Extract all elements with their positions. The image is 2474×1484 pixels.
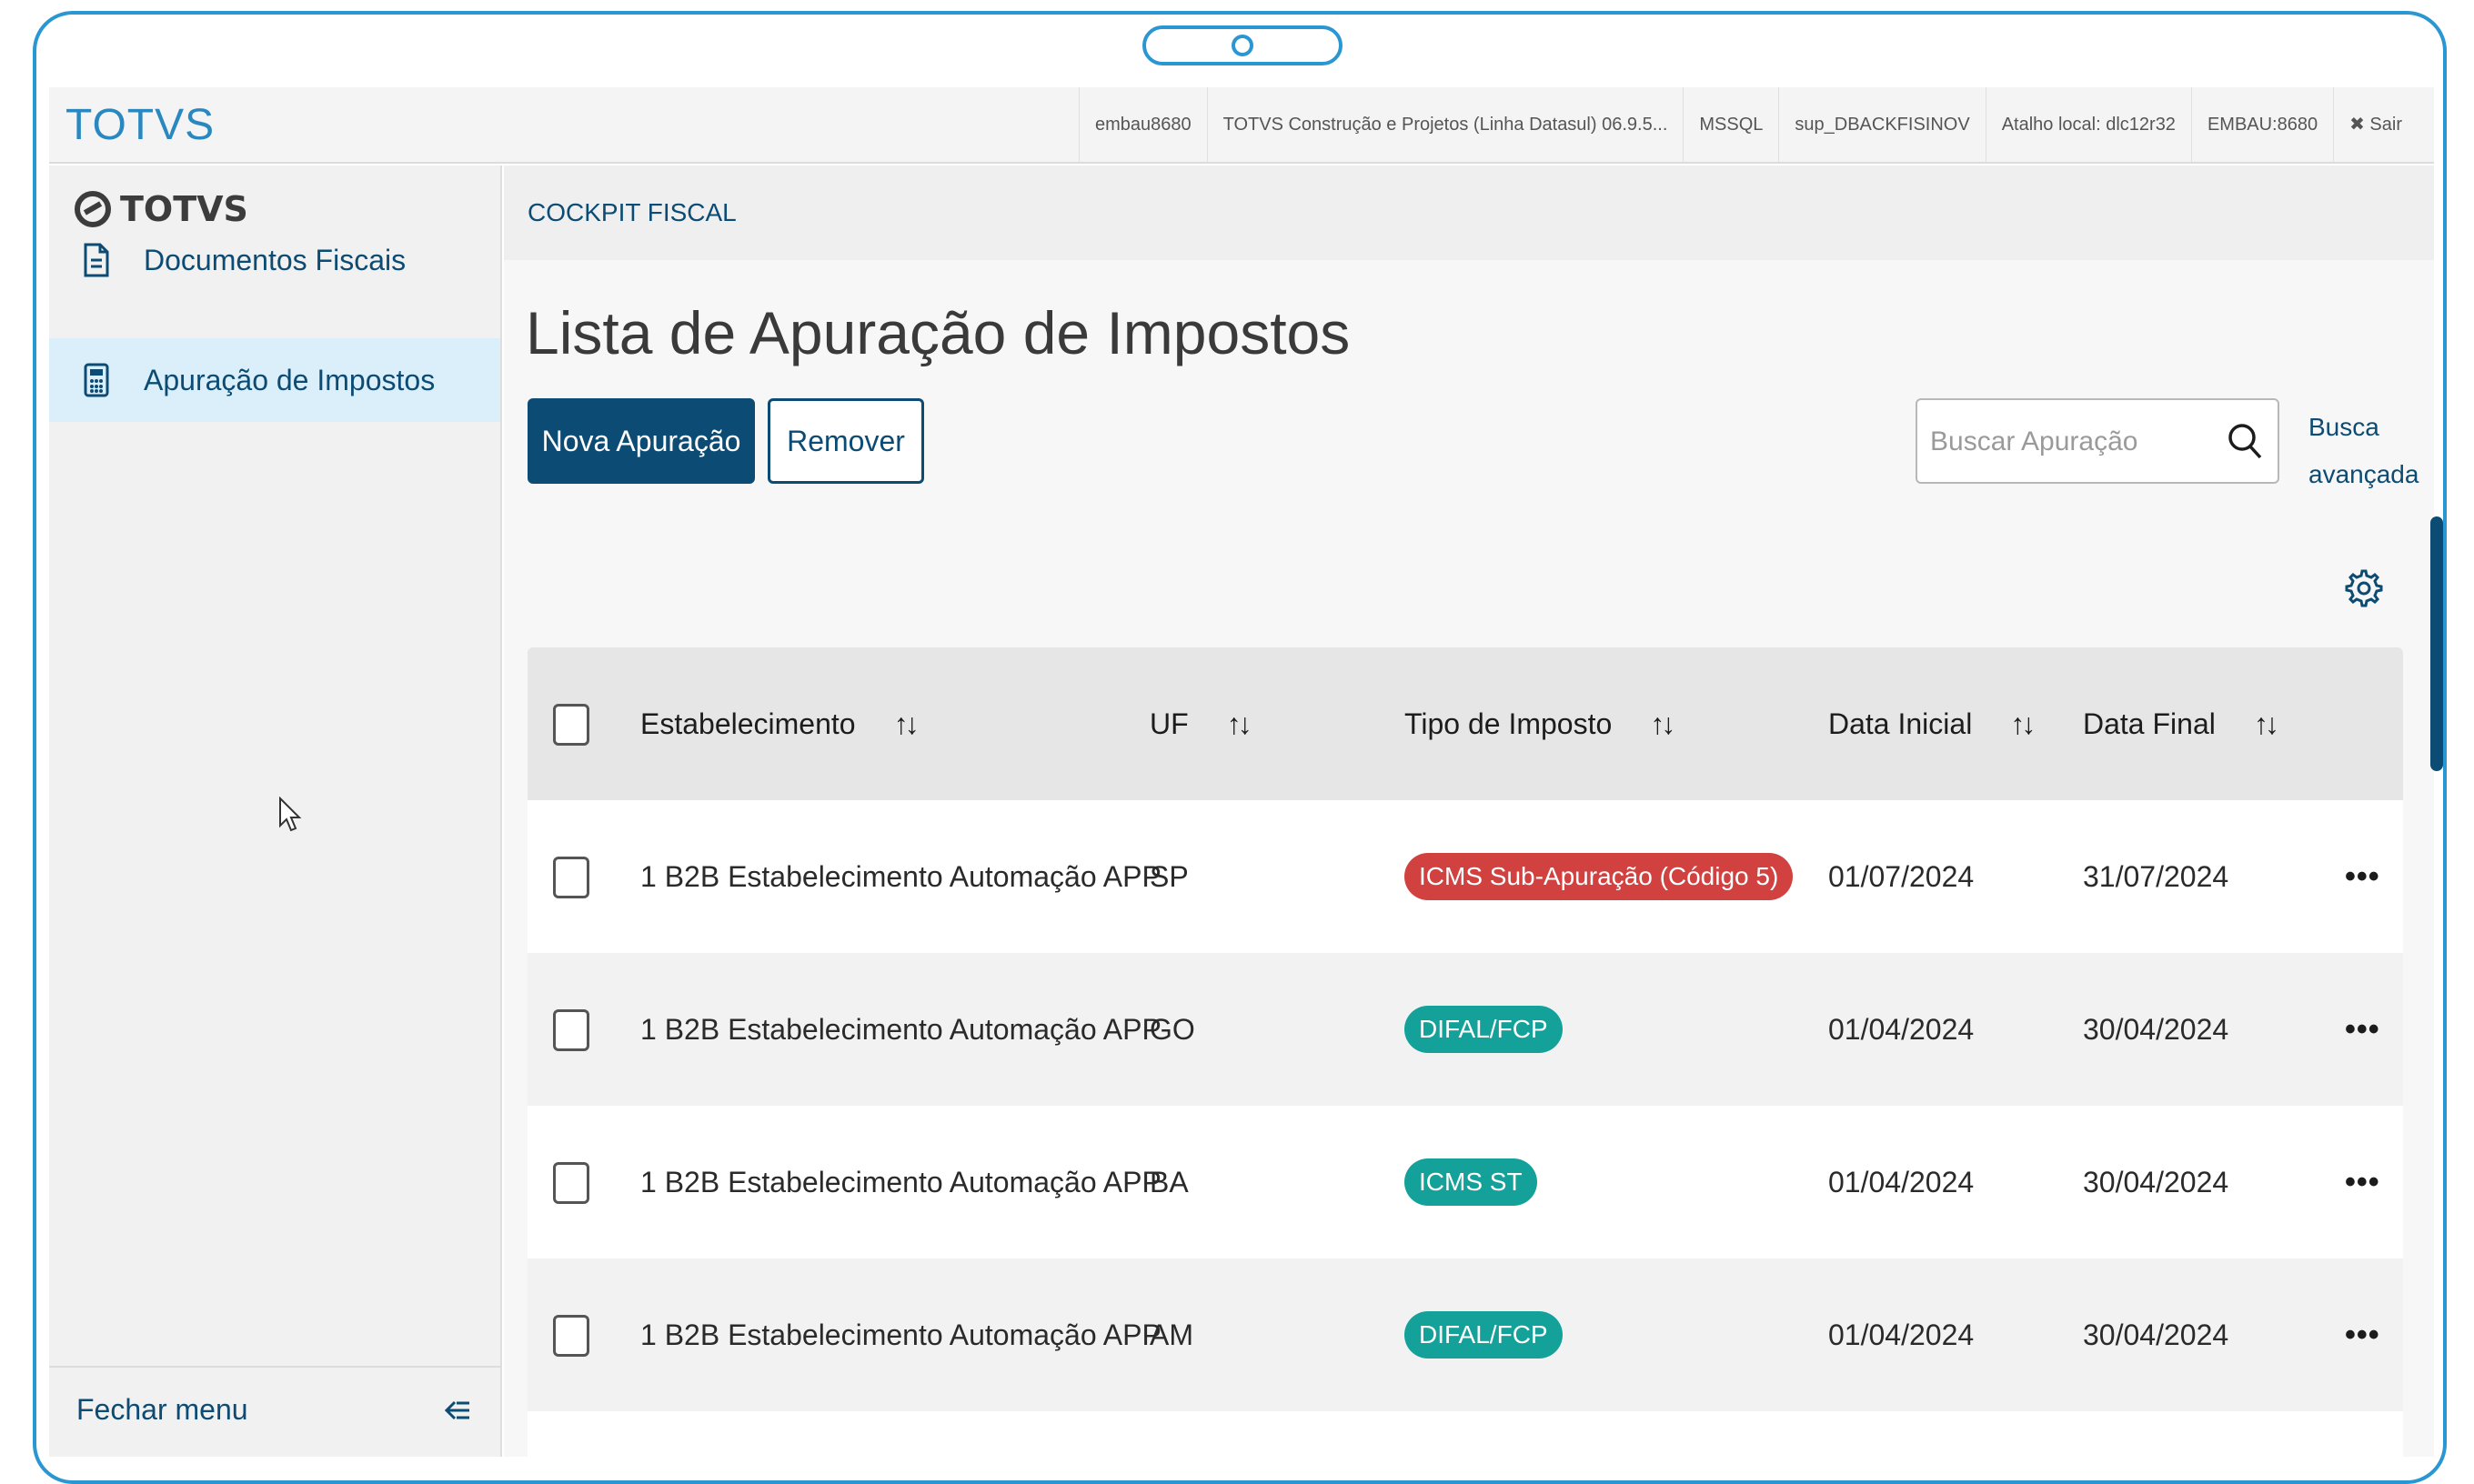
cell-estabelecimento: 1 B2B Estabelecimento Automação APP (640, 1165, 1162, 1198)
table-row[interactable]: 1 B2B Estabelecimento Automação APP AM D… (528, 1258, 2403, 1411)
cell-data-inicial: 01/04/2024 (1828, 1318, 1975, 1351)
column-header-data-inicial[interactable]: Data Inicial ↑↓ (1828, 647, 2036, 800)
column-label: Tipo de Imposto (1404, 707, 1613, 740)
search-input[interactable] (1928, 418, 2205, 466)
cell-tipo: DIFAL/FCP (1404, 1258, 1563, 1411)
cell-tipo: DIFAL/FCP (1404, 953, 1563, 1106)
row-checkbox[interactable] (553, 1315, 589, 1357)
row-checkbox[interactable] (553, 857, 589, 898)
top-bar: TOTVS embau8680 TOTVS Construção e Proje… (49, 87, 2434, 164)
new-apuracao-button[interactable]: Nova Apuração (528, 398, 755, 484)
cell-data-final: 30/04/2024 (2083, 1012, 2229, 1046)
column-header-uf[interactable]: UF ↑↓ (1150, 647, 1252, 800)
sort-icon[interactable]: ↑↓ (2010, 707, 2036, 741)
close-menu-label[interactable]: Fechar menu (76, 1393, 248, 1427)
table-row[interactable]: 1 B2B Estabelecimento Automação APP SP I… (528, 800, 2403, 953)
cell-uf: AM (1150, 1318, 1193, 1351)
tax-type-tag: ICMS ST (1404, 1158, 1537, 1206)
top-info-db: MSSQL (1683, 87, 1778, 162)
sidebar-item-documentos-fiscais[interactable]: Documentos Fiscais (49, 218, 500, 302)
top-info-server: EMBAU:8680 (2190, 87, 2333, 162)
cell-tipo: ICMS Sub-Apuração (Código 5) (1404, 800, 1794, 953)
sort-icon[interactable]: ↑↓ (2254, 707, 2279, 741)
table-row-partial (528, 1411, 2403, 1466)
top-bar-info: embau8680 TOTVS Construção e Projetos (L… (1078, 87, 2418, 162)
remove-button[interactable]: Remover (768, 398, 924, 484)
tax-type-tag: DIFAL/FCP (1404, 1311, 1563, 1359)
search-box (1916, 398, 2279, 484)
advanced-search-link[interactable]: Busca avançada (2308, 404, 2445, 498)
cell-estabelecimento: 1 B2B Estabelecimento Automação APP (640, 1012, 1162, 1046)
apuracao-table: Estabelecimento ↑↓ UF ↑↓ Tipo de Imposto… (528, 647, 2403, 1466)
search-icon[interactable] (2225, 418, 2265, 464)
page-title: Lista de Apuração de Impostos (526, 299, 1351, 366)
top-info-company: TOTVS Construção e Projetos (Linha Datas… (1206, 87, 1684, 162)
tax-type-tag: ICMS Sub-Apuração (Código 5) (1404, 853, 1794, 900)
row-checkbox[interactable] (553, 1162, 589, 1204)
select-all-checkbox[interactable] (553, 704, 589, 746)
column-header-tipo-de-imposto[interactable]: Tipo de Imposto ↑↓ (1404, 647, 1675, 800)
camera-lens (1232, 35, 1253, 56)
table-row[interactable]: 1 B2B Estabelecimento Automação APP GO D… (528, 953, 2403, 1106)
main-content: COCKPIT FISCAL Lista de Apuração de Impo… (504, 165, 2434, 1466)
cell-estabelecimento: 1 B2B Estabelecimento Automação APP (640, 1318, 1162, 1351)
cell-estabelecimento: 1 B2B Estabelecimento Automação APP (640, 859, 1162, 893)
advanced-search-line2[interactable]: avançada (2308, 451, 2445, 498)
breadcrumb-bar: COCKPIT FISCAL (504, 165, 2434, 260)
sidebar-item-label: Documentos Fiscais (144, 243, 407, 276)
column-label: Data Final (2083, 707, 2216, 740)
column-header-data-final[interactable]: Data Final ↑↓ (2083, 647, 2279, 800)
row-actions-icon[interactable]: ••• (2345, 1106, 2380, 1258)
cell-data-inicial: 01/04/2024 (1828, 1165, 1975, 1198)
row-actions-icon[interactable]: ••• (2345, 1258, 2380, 1411)
camera-notch (1142, 25, 1343, 65)
document-icon (80, 242, 113, 278)
cell-uf: SP (1150, 859, 1189, 893)
sidebar: TOTVS Documentos Fiscais Apuração de Imp… (49, 165, 502, 1457)
column-label: Data Inicial (1828, 707, 1973, 740)
sort-icon[interactable]: ↑↓ (1650, 707, 1675, 741)
cell-data-final: 31/07/2024 (2083, 859, 2229, 893)
vertical-scrollbar[interactable] (2430, 516, 2443, 771)
cell-data-inicial: 01/04/2024 (1828, 1012, 1975, 1046)
cell-data-final: 30/04/2024 (2083, 1165, 2229, 1198)
column-header-estabelecimento[interactable]: Estabelecimento ↑↓ (640, 647, 920, 800)
cell-uf: BA (1150, 1165, 1189, 1198)
sidebar-item-apuracao-de-impostos[interactable]: Apuração de Impostos (49, 338, 500, 422)
mouse-cursor-icon (278, 796, 302, 833)
cell-uf: GO (1150, 1012, 1195, 1046)
sort-icon[interactable]: ↑↓ (894, 707, 920, 741)
cell-tipo: ICMS ST (1404, 1106, 1537, 1258)
breadcrumb[interactable]: COCKPIT FISCAL (528, 198, 737, 227)
cell-data-final: 30/04/2024 (2083, 1318, 2229, 1351)
sidebar-footer[interactable]: Fechar menu (49, 1366, 500, 1457)
collapse-menu-icon[interactable] (442, 1395, 473, 1434)
row-actions-icon[interactable]: ••• (2345, 953, 2380, 1106)
top-info-user: embau8680 (1078, 87, 1207, 162)
row-checkbox[interactable] (553, 1009, 589, 1051)
gear-icon[interactable] (2339, 566, 2385, 611)
cell-data-inicial: 01/07/2024 (1828, 859, 1975, 893)
sidebar-item-label: Apuração de Impostos (144, 363, 436, 396)
sort-icon[interactable]: ↑↓ (1227, 707, 1252, 741)
table-header: Estabelecimento ↑↓ UF ↑↓ Tipo de Imposto… (528, 647, 2403, 800)
tax-type-tag: DIFAL/FCP (1404, 1006, 1563, 1053)
app-brand[interactable]: TOTVS (65, 100, 215, 150)
advanced-search-line1[interactable]: Busca (2308, 404, 2445, 451)
row-actions-icon[interactable]: ••• (2345, 800, 2380, 953)
top-info-shortcut: Atalho local: dlc12r32 (1985, 87, 2191, 162)
table-row[interactable]: 1 B2B Estabelecimento Automação APP BA I… (528, 1106, 2403, 1258)
column-label: UF (1150, 707, 1189, 740)
calculator-icon (80, 362, 113, 398)
column-label: Estabelecimento (640, 707, 856, 740)
exit-button[interactable]: ✖ Sair (2333, 87, 2418, 162)
top-info-schema: sup_DBACKFISINOV (1778, 87, 1985, 162)
